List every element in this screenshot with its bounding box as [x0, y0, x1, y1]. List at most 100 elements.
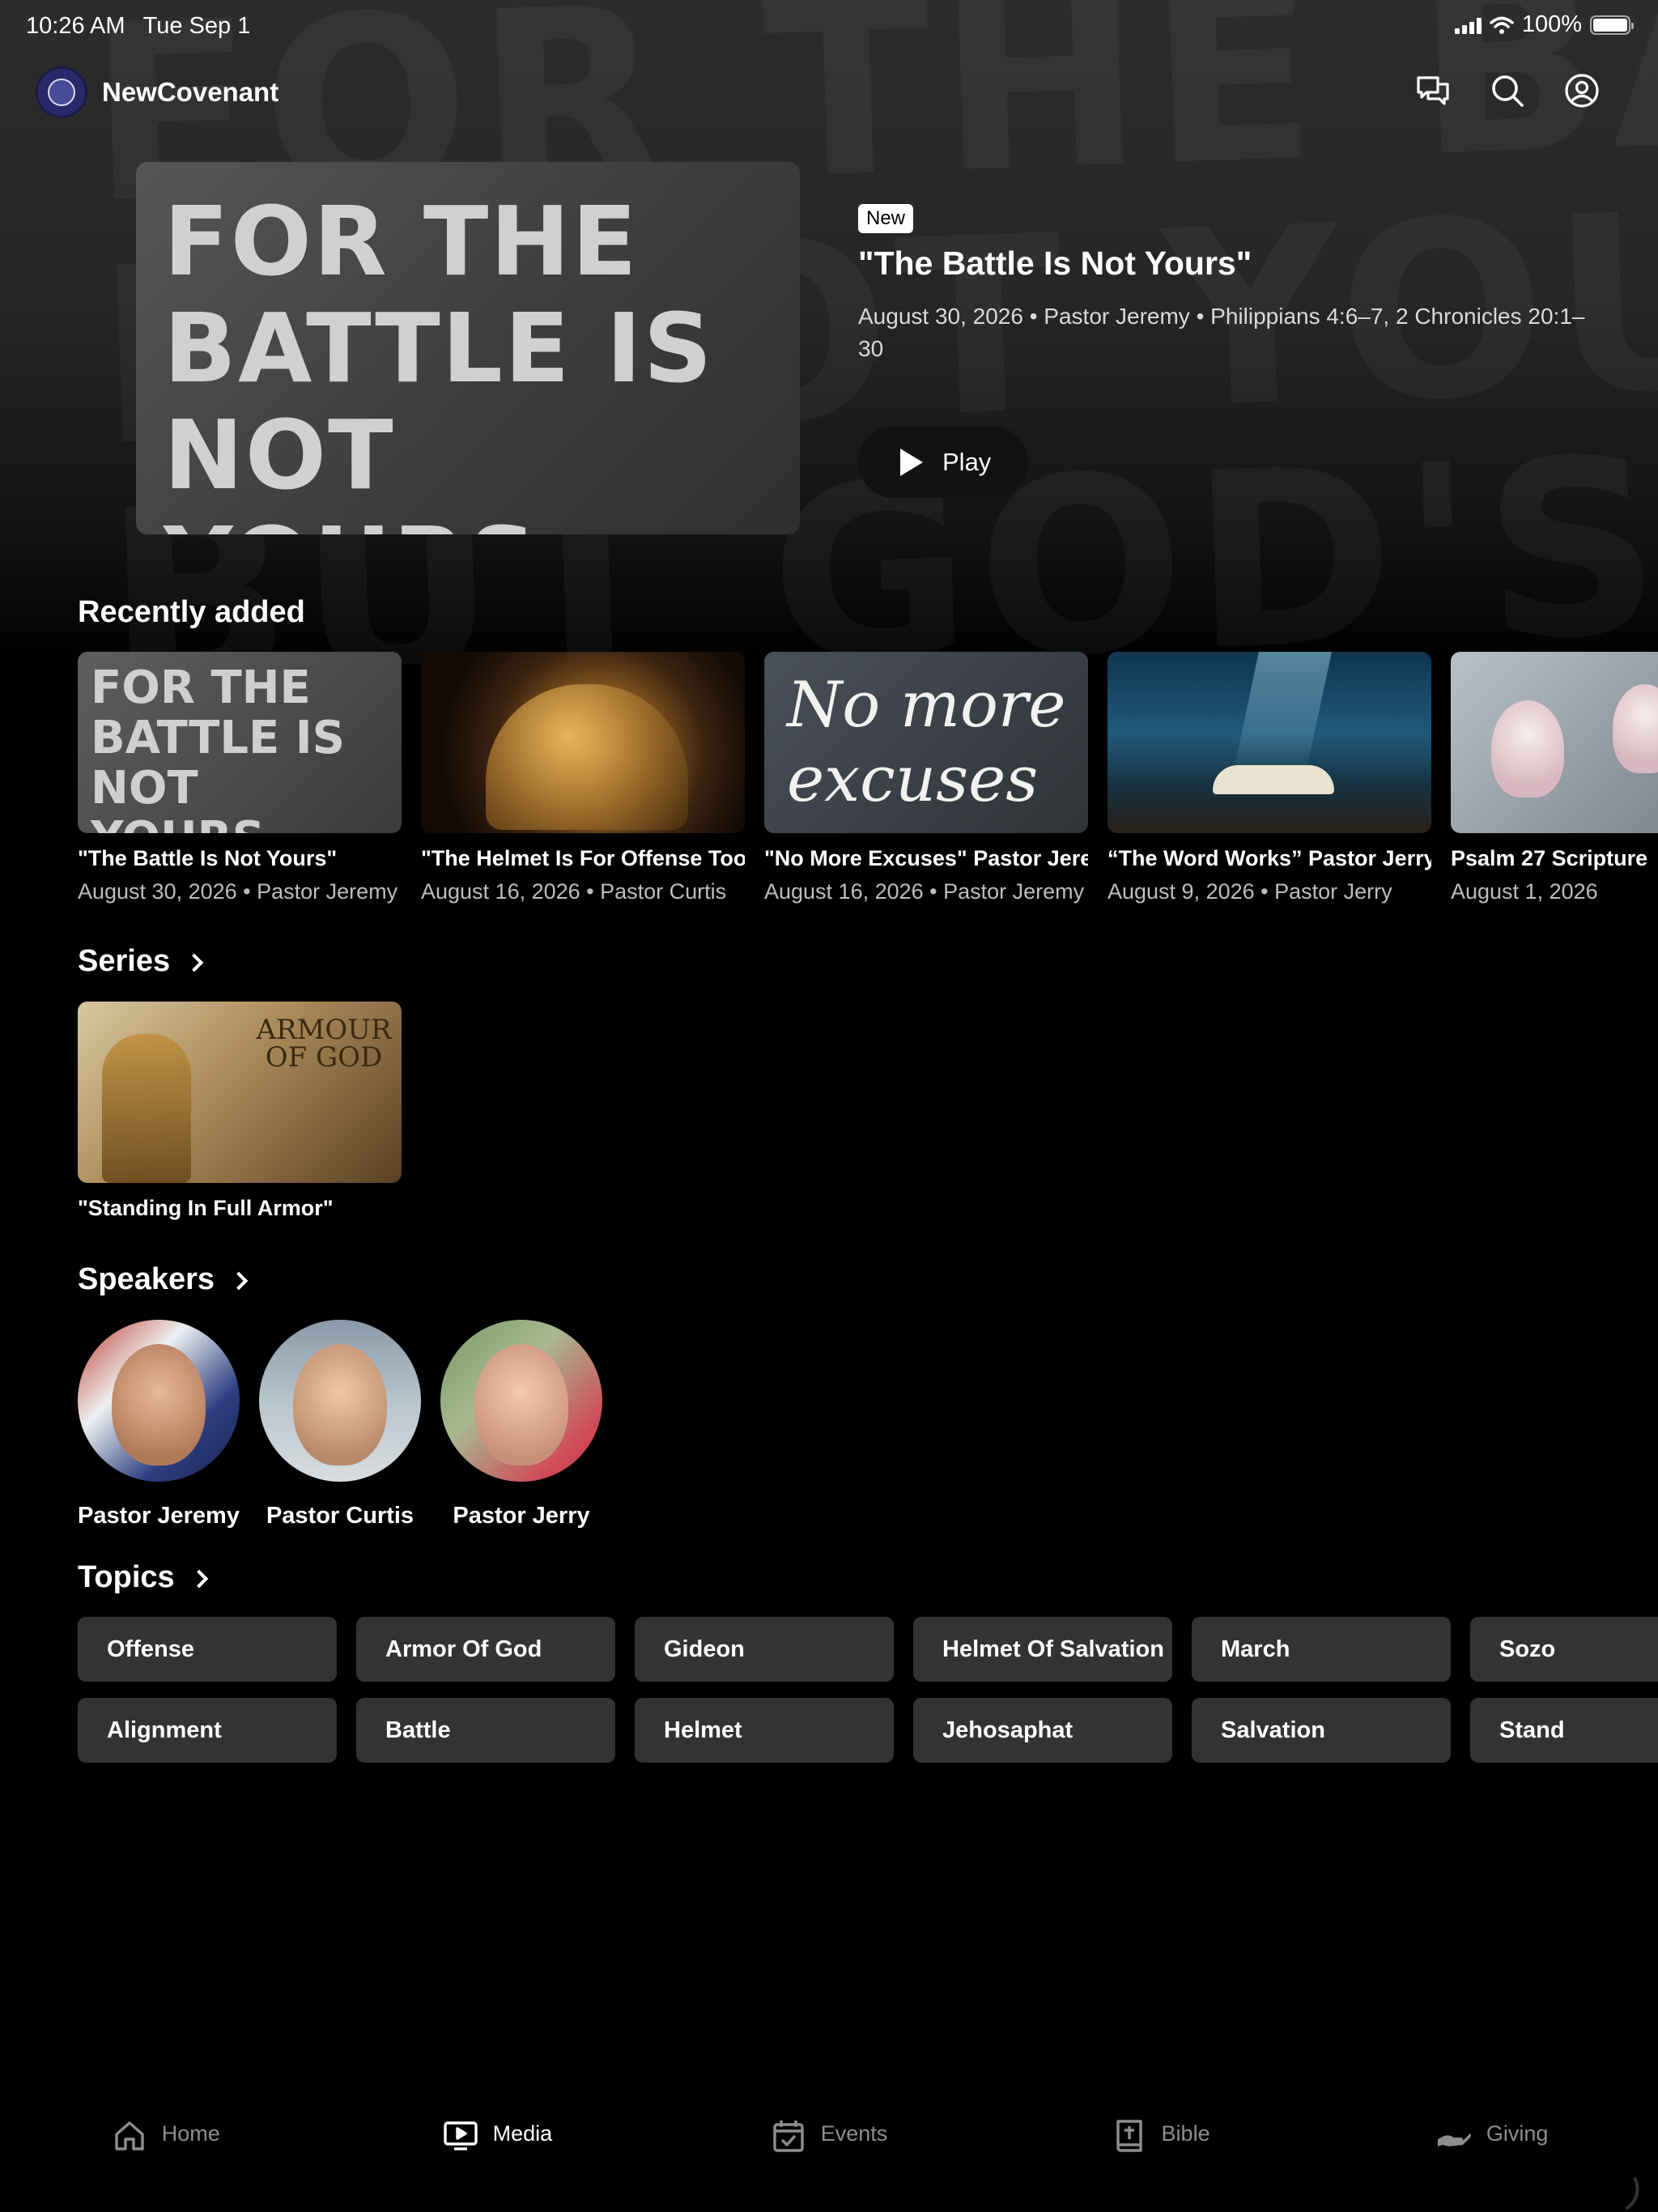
profile-icon[interactable]: [1562, 71, 1601, 110]
tab-label: Bible: [1161, 2121, 1210, 2146]
topic-chip[interactable]: Jehosaphat: [913, 1698, 1172, 1763]
topic-chip[interactable]: March: [1192, 1617, 1451, 1682]
app-name: NewCovenant: [102, 77, 279, 107]
media-card[interactable]: "The Helmet Is For Offense Too" August 1…: [421, 652, 745, 904]
media-icon: [443, 2121, 478, 2150]
search-icon[interactable]: [1488, 71, 1527, 110]
series-card[interactable]: ARMOUR OF GOD "Standing In Full Armor": [78, 1002, 402, 1221]
series-title: Series: [78, 944, 171, 978]
tab-label: Giving: [1486, 2121, 1549, 2146]
media-thumbnail: [1451, 652, 1658, 833]
tab-label: Media: [492, 2121, 553, 2146]
speakers-title: Speakers: [78, 1262, 215, 1296]
speaker-name: Pastor Curtis: [266, 1503, 414, 1529]
media-card-subtitle: August 16, 2026 • Pastor Curtis: [421, 879, 727, 904]
header-actions: [1414, 71, 1601, 110]
tab-media[interactable]: Media: [332, 2105, 664, 2212]
topics-title: Topics: [78, 1560, 175, 1594]
media-card-subtitle: August 1, 2026: [1451, 879, 1598, 904]
thumbnail-text: No more excuses: [787, 669, 1066, 816]
recently-added-row: FOR THE BATTLE IS NOT YOURS, BUT GOD'S. …: [78, 652, 1658, 904]
app-header: NewCovenant: [36, 66, 278, 118]
series-thumbnail: ARMOUR OF GOD: [78, 1002, 402, 1183]
topic-chip[interactable]: Battle: [356, 1698, 615, 1763]
status-time: 10:26 AM Tue Sep 1: [26, 13, 250, 40]
media-thumbnail: FOR THE BATTLE IS NOT YOURS, BUT GOD'S.: [78, 652, 402, 833]
play-button[interactable]: Play: [858, 427, 1029, 498]
series-header[interactable]: Series: [78, 944, 204, 979]
avatar: [259, 1320, 421, 1482]
recently-added-label: Recently added: [78, 595, 305, 629]
media-screen: FOR THE BATTLE IS NOT YOURS, BUT GOD'S. …: [0, 0, 1658, 2212]
tab-bar: Home Media Events Bible Giving: [0, 2105, 1658, 2212]
media-card[interactable]: “The Word Works” Pastor Jerry August 9, …: [1107, 652, 1431, 904]
media-card-subtitle: August 9, 2026 • Pastor Jerry: [1107, 879, 1392, 904]
media-card-subtitle: August 30, 2026 • Pastor Jeremy: [78, 879, 398, 904]
wifi-icon: [1490, 16, 1514, 34]
tab-bible[interactable]: Bible: [995, 2105, 1327, 2212]
media-card[interactable]: Psalm 27 Scripture August 1, 2026: [1451, 652, 1658, 904]
status-clock: 10:26 AM: [26, 13, 125, 39]
knight-illustration: [102, 1034, 191, 1183]
topics-grid: Offense Armor Of God Gideon Helmet Of Sa…: [78, 1617, 1658, 1779]
media-card[interactable]: No more excuses "No More Excuses" Pastor…: [764, 652, 1088, 904]
media-card-subtitle: August 16, 2026 • Pastor Jeremy: [764, 879, 1085, 904]
battery-percent: 100%: [1521, 11, 1582, 37]
status-bar: 10:26 AM Tue Sep 1 100%: [0, 0, 1658, 52]
speaker-item[interactable]: Pastor Curtis: [259, 1320, 421, 1529]
series-thumbnail-title: ARMOUR OF GOD: [256, 1014, 392, 1074]
chevron-right-icon: [189, 1569, 208, 1588]
topics-row: Alignment Battle Helmet Jehosaphat Salva…: [78, 1698, 1658, 1763]
church-logo-icon[interactable]: [36, 66, 87, 118]
media-thumbnail: No more excuses: [764, 652, 1088, 833]
hero-meta: August 30, 2026 • Pastor Jeremy • Philip…: [858, 304, 1585, 361]
hero-artwork-text: FOR THE BATTLE IS NOT YOURS, BUT GOD'S.: [164, 185, 714, 534]
topic-chip[interactable]: Offense: [78, 1617, 337, 1682]
tab-label: Home: [161, 2121, 220, 2146]
status-indicators: 100%: [1454, 11, 1634, 38]
home-icon: [115, 2121, 144, 2150]
giving-hand-icon: [1437, 2133, 1471, 2146]
calendar-icon: [773, 2121, 804, 2152]
chevron-right-icon: [185, 953, 204, 972]
media-card-title: “The Word Works” Pastor Jerry: [1107, 846, 1431, 870]
media-card[interactable]: FOR THE BATTLE IS NOT YOURS, BUT GOD'S. …: [78, 652, 402, 904]
play-label: Play: [942, 448, 992, 476]
tab-home[interactable]: Home: [0, 2105, 332, 2212]
topic-chip[interactable]: Alignment: [78, 1698, 337, 1763]
thumbnail-text: FOR THE BATTLE IS NOT YOURS, BUT GOD'S.: [91, 661, 345, 834]
topic-chip[interactable]: Sozo: [1470, 1617, 1658, 1682]
media-thumbnail: [421, 652, 745, 833]
hero-info: New "The Battle Is Not Yours" August 30,…: [858, 204, 1587, 498]
topic-chip[interactable]: Salvation: [1192, 1698, 1451, 1763]
recently-added-title: Recently added: [78, 595, 305, 630]
hero-artwork[interactable]: FOR THE BATTLE IS NOT YOURS, BUT GOD'S.: [136, 162, 800, 534]
topics-header[interactable]: Topics: [78, 1560, 208, 1595]
topic-chip[interactable]: Stand: [1470, 1698, 1658, 1763]
battery-icon: [1590, 15, 1634, 35]
signal-icon: [1454, 16, 1482, 34]
speaker-name: Pastor Jerry: [453, 1503, 590, 1529]
tab-events[interactable]: Events: [663, 2105, 995, 2212]
chevron-right-icon: [229, 1271, 249, 1290]
topic-chip[interactable]: Helmet Of Salvation: [913, 1617, 1172, 1682]
topic-chip[interactable]: Helmet: [635, 1698, 894, 1763]
speaker-item[interactable]: Pastor Jerry: [440, 1320, 602, 1529]
media-card-title: Psalm 27 Scripture: [1451, 846, 1648, 870]
topics-row: Offense Armor Of God Gideon Helmet Of Sa…: [78, 1617, 1658, 1682]
media-thumbnail: [1107, 652, 1431, 833]
status-date: Tue Sep 1: [142, 13, 251, 39]
media-card-title: "The Battle Is Not Yours": [78, 846, 338, 870]
speakers-header[interactable]: Speakers: [78, 1262, 249, 1297]
series-card-title: "Standing In Full Armor": [78, 1196, 334, 1220]
chat-icon[interactable]: [1414, 71, 1452, 110]
avatar: [78, 1320, 240, 1482]
play-icon: [900, 449, 923, 476]
speaker-item[interactable]: Pastor Jeremy: [78, 1320, 240, 1529]
avatar: [440, 1320, 602, 1482]
topic-chip[interactable]: Armor Of God: [356, 1617, 615, 1682]
topic-chip[interactable]: Gideon: [635, 1617, 894, 1682]
tab-giving[interactable]: Giving: [1326, 2105, 1658, 2212]
hero-title: "The Battle Is Not Yours": [858, 245, 1252, 282]
speakers-row: Pastor Jeremy Pastor Curtis Pastor Jerry: [78, 1320, 602, 1529]
